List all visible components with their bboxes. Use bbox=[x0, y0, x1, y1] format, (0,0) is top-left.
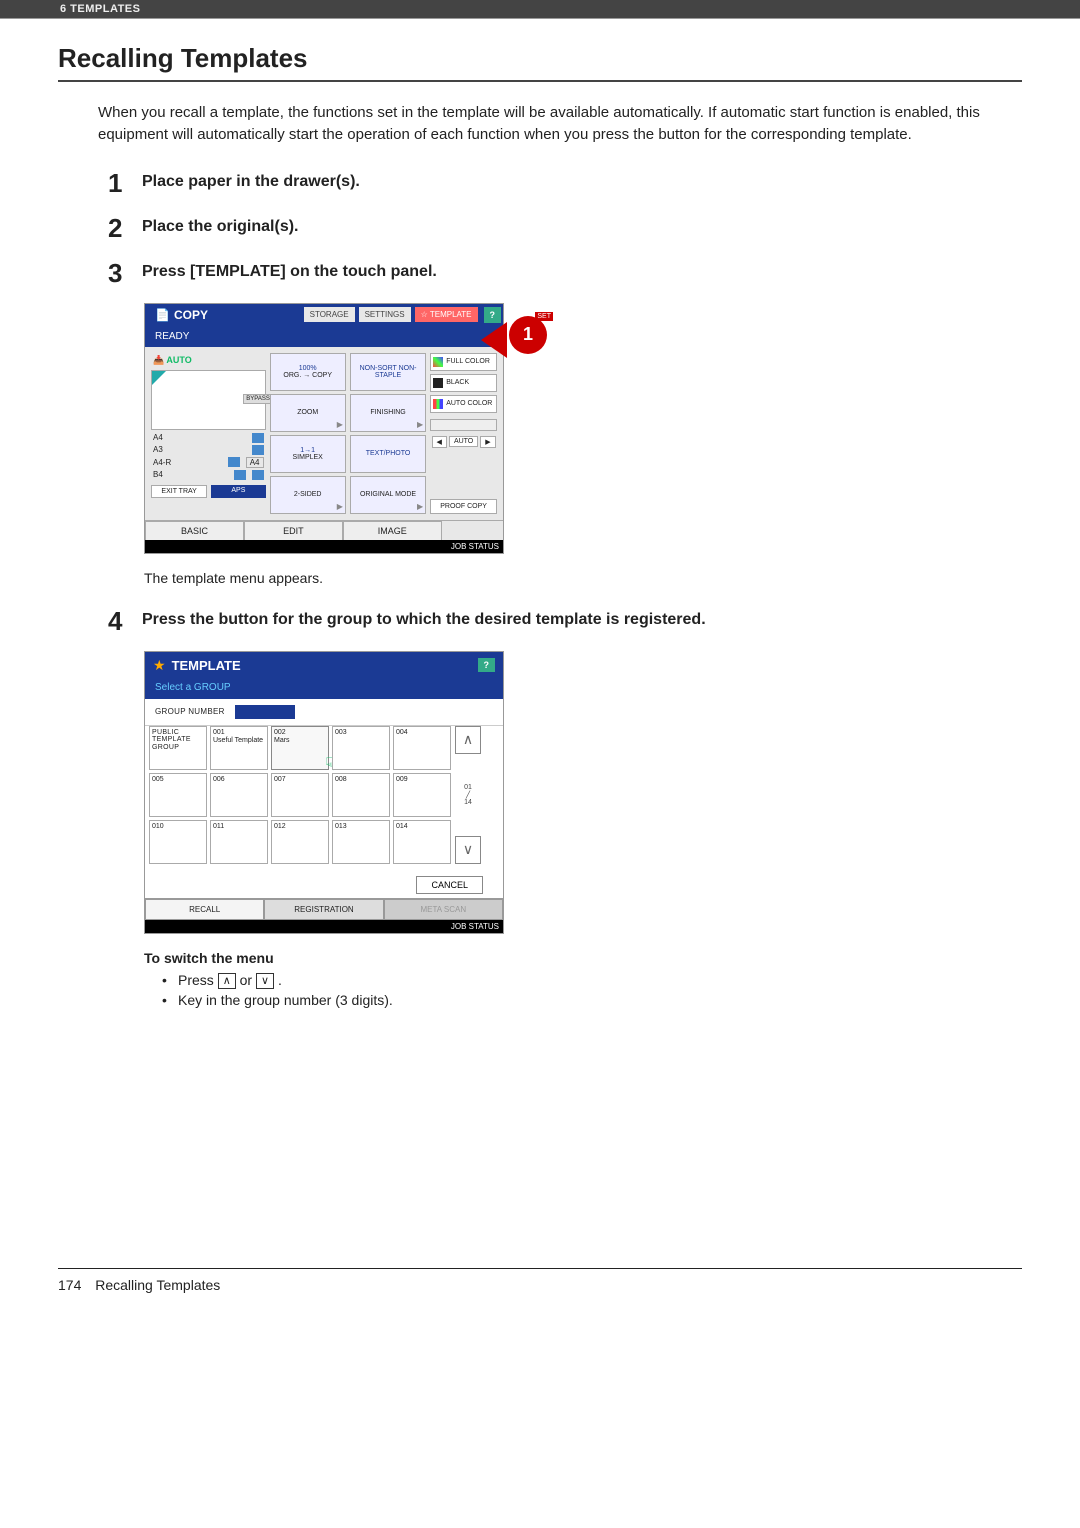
density-left-button[interactable]: ◀ bbox=[432, 436, 447, 448]
group-cell-006[interactable]: 006 bbox=[210, 773, 268, 817]
tab-meta-scan[interactable]: META SCAN bbox=[384, 899, 503, 920]
bullet-1: Press ∧ or ∨ . bbox=[162, 972, 1022, 989]
intro-text: When you recall a template, the function… bbox=[98, 102, 1022, 146]
down-key-icon: ∨ bbox=[256, 973, 274, 989]
group-cell-004[interactable]: 004 bbox=[393, 726, 451, 770]
step-3-title: Press [TEMPLATE] on the touch panel. bbox=[142, 258, 437, 289]
proof-copy-button[interactable]: PROOF COPY bbox=[430, 499, 497, 514]
group-cell-014[interactable]: 014 bbox=[393, 820, 451, 864]
settings-button[interactable]: SETTINGS bbox=[359, 307, 411, 322]
storage-button[interactable]: STORAGE bbox=[304, 307, 355, 322]
template-label: TEMPLATE bbox=[430, 310, 472, 319]
density-auto-button[interactable]: AUTO bbox=[449, 436, 478, 447]
callout-number: 1 bbox=[509, 316, 547, 354]
full-color-icon bbox=[433, 357, 443, 367]
copy-tab[interactable]: 📄 COPY bbox=[145, 304, 218, 326]
job-status-button[interactable]: JOB STATUS bbox=[451, 922, 499, 931]
finishing-button[interactable]: FINISHING▶ bbox=[350, 394, 426, 432]
auto-color-button[interactable]: AUTO COLOR bbox=[430, 395, 497, 413]
text-photo-button[interactable]: TEXT/PHOTO bbox=[350, 435, 426, 473]
density-right-button[interactable]: ▶ bbox=[480, 436, 495, 448]
template-title: TEMPLATE bbox=[172, 658, 241, 673]
step-3-note: The template menu appears. bbox=[144, 570, 1022, 586]
bullet-2: Key in the group number (3 digits). bbox=[162, 992, 1022, 1008]
tab-image[interactable]: IMAGE bbox=[343, 521, 442, 540]
tab-recall[interactable]: RECALL bbox=[145, 899, 264, 920]
group-cell-002[interactable]: 002Mars☟ bbox=[271, 726, 329, 770]
paper-preview: BYPASS FEED bbox=[151, 370, 266, 430]
density-gauge bbox=[430, 419, 497, 431]
tray-a3[interactable]: A3 bbox=[151, 444, 266, 456]
copy-panel: 📄COPY STORAGE SETTINGS ☆ TEMPLATE ? READ… bbox=[144, 303, 504, 554]
group-cell-001[interactable]: 001Useful Template bbox=[210, 726, 268, 770]
chevron-right-icon: ▶ bbox=[337, 502, 343, 511]
template-button[interactable]: ☆ TEMPLATE bbox=[415, 307, 478, 322]
step-4-title: Press the button for the group to which … bbox=[142, 606, 706, 637]
page-number: 174 bbox=[58, 1277, 81, 1293]
group-cell-008[interactable]: 008 bbox=[332, 773, 390, 817]
scroll-down-button[interactable]: ∨ bbox=[455, 836, 481, 864]
simplex-value-button[interactable]: 1→1SIMPLEX bbox=[270, 435, 346, 473]
chevron-right-icon: ▶ bbox=[417, 420, 423, 429]
group-cell-003[interactable]: 003 bbox=[332, 726, 390, 770]
step-1-number: 1 bbox=[108, 168, 142, 199]
chevron-right-icon: ▶ bbox=[417, 502, 423, 511]
step-2-title: Place the original(s). bbox=[142, 213, 298, 244]
template-panel: ★ TEMPLATE ? Select a GROUP GROUP NUMBER… bbox=[144, 651, 504, 934]
chevron-right-icon: ▶ bbox=[337, 420, 343, 429]
step-2-number: 2 bbox=[108, 213, 142, 244]
tab-basic[interactable]: BASIC bbox=[145, 521, 244, 540]
zoom-button[interactable]: ZOOM▶ bbox=[270, 394, 346, 432]
ready-label: READY bbox=[155, 331, 189, 342]
group-cell-007[interactable]: 007 bbox=[271, 773, 329, 817]
group-cell-011[interactable]: 011 bbox=[210, 820, 268, 864]
page-indicator: 01 ╱ 14 bbox=[455, 754, 481, 836]
auto-color-icon bbox=[433, 399, 443, 409]
aps-button[interactable]: APS bbox=[211, 485, 265, 498]
group-cell-012[interactable]: 012 bbox=[271, 820, 329, 864]
job-status-button[interactable]: JOB STATUS bbox=[451, 542, 499, 551]
zoom-value-button[interactable]: 100%ORG. → COPY bbox=[270, 353, 346, 391]
switch-menu-heading: To switch the menu bbox=[144, 950, 1022, 966]
group-number-label: GROUP NUMBER bbox=[155, 707, 225, 716]
top-breadcrumb: 6 TEMPLATES bbox=[0, 0, 1080, 19]
tab-registration[interactable]: REGISTRATION bbox=[264, 899, 383, 920]
group-cell-public[interactable]: PUBLIC TEMPLATE GROUP bbox=[149, 726, 207, 770]
up-key-icon: ∧ bbox=[218, 973, 236, 989]
template-subtitle: Select a GROUP bbox=[145, 679, 503, 699]
page-title: Recalling Templates bbox=[58, 43, 1022, 82]
step-4-number: 4 bbox=[108, 606, 142, 637]
tray-a4[interactable]: A4 bbox=[151, 432, 266, 444]
group-cell-009[interactable]: 009 bbox=[393, 773, 451, 817]
cancel-button[interactable]: CANCEL bbox=[416, 876, 483, 894]
auto-label: 📥 AUTO bbox=[151, 353, 266, 368]
group-cell-013[interactable]: 013 bbox=[332, 820, 390, 864]
group-cell-010[interactable]: 010 bbox=[149, 820, 207, 864]
tray-a4r[interactable]: A4-RA4 bbox=[151, 456, 266, 469]
copy-label: COPY bbox=[174, 308, 208, 322]
copy-icon: 📄 bbox=[155, 308, 170, 322]
two-sided-button[interactable]: 2-SIDED▶ bbox=[270, 476, 346, 514]
black-icon bbox=[433, 378, 443, 388]
tab-edit[interactable]: EDIT bbox=[244, 521, 343, 540]
star-icon: ★ bbox=[153, 657, 166, 674]
step-1-title: Place paper in the drawer(s). bbox=[142, 168, 360, 199]
exit-tray-button[interactable]: EXIT TRAY bbox=[151, 485, 207, 498]
tray-b4[interactable]: B4 bbox=[151, 469, 266, 481]
black-button[interactable]: BLACK bbox=[430, 374, 497, 392]
scroll-up-button[interactable]: ∧ bbox=[455, 726, 481, 754]
step-3-number: 3 bbox=[108, 258, 142, 289]
finishing-value-button[interactable]: NON-SORT NON-STAPLE bbox=[350, 353, 426, 391]
group-cell-005[interactable]: 005 bbox=[149, 773, 207, 817]
footer-title: Recalling Templates bbox=[95, 1277, 220, 1293]
callout-1: SET 1 bbox=[495, 316, 547, 368]
help-button[interactable]: ? bbox=[478, 658, 496, 672]
group-number-field[interactable] bbox=[235, 705, 295, 719]
original-mode-button[interactable]: ORIGINAL MODE▶ bbox=[350, 476, 426, 514]
